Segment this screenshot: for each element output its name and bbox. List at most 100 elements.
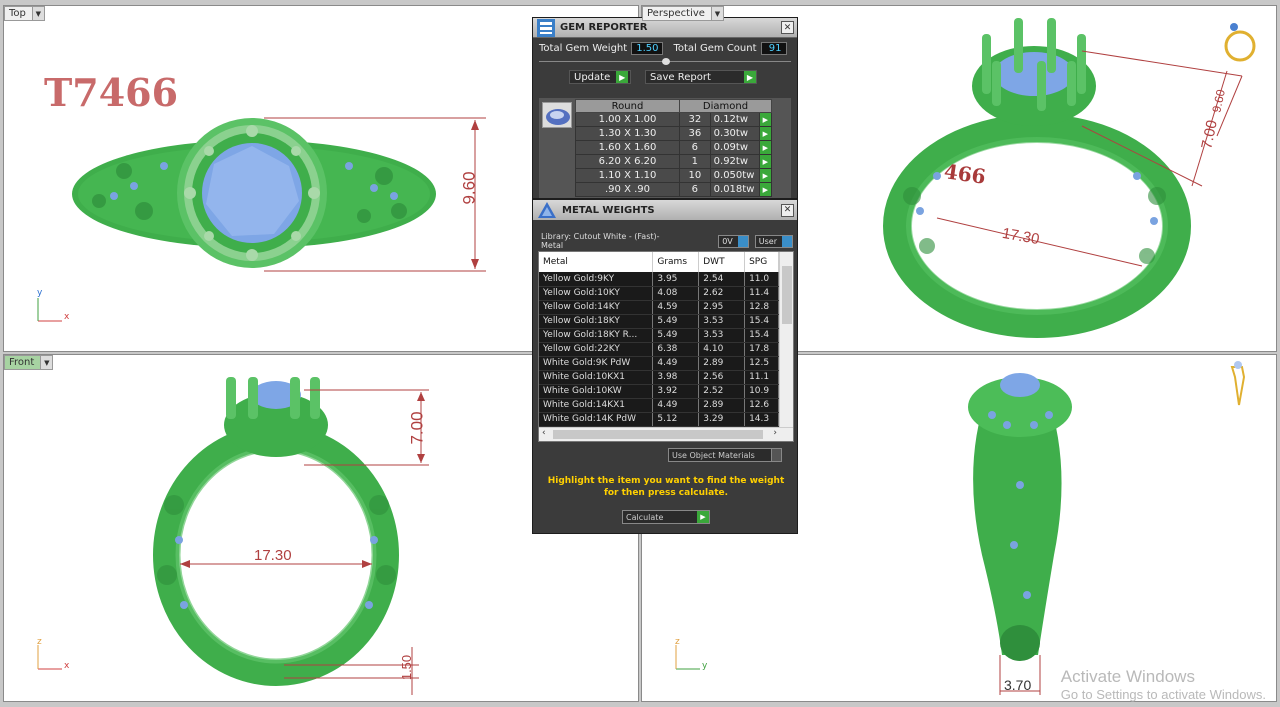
gem-header-type: Diamond	[679, 99, 772, 113]
chevron-down-icon[interactable]: ▼	[40, 356, 53, 369]
metal-list[interactable]: Metal Grams DWT SPG Yellow Gold:9KY 3.95 2…	[538, 251, 794, 442]
metal-spg: 11.0	[744, 272, 779, 287]
metal-name: Yellow Gold:18KY	[539, 314, 654, 329]
metal-spg: 12.5	[744, 356, 779, 371]
scroll-right-icon[interactable]: ›	[773, 428, 777, 438]
gem-row[interactable]: 6.20 X 6.20 1 0.92tw ▶	[575, 154, 773, 169]
save-report-button[interactable]: Save Report ▶	[645, 70, 757, 84]
viewport-tab-perspective[interactable]: Perspective ▼	[642, 6, 724, 21]
metal-row[interactable]: White Gold:14K PdW 5.12 3.29 14.3	[539, 412, 779, 427]
metal-row[interactable]: Yellow Gold:22KY 6.38 4.10 17.8	[539, 342, 779, 357]
metal-dwt: 3.53	[698, 328, 746, 343]
metal-grams: 3.92	[652, 384, 700, 399]
metal-dwt: 4.10	[698, 342, 746, 357]
metal-name: White Gold:10KX1	[539, 370, 654, 385]
gem-buttons-row: Update ▶ Save Report ▶	[533, 66, 797, 88]
gem-size: 1.60 X 1.60	[575, 140, 680, 155]
play-icon[interactable]: ▶	[758, 140, 773, 155]
viewport-tab-top[interactable]: Top ▼	[4, 6, 45, 21]
metal-header-grams[interactable]: Grams	[652, 252, 700, 272]
play-icon[interactable]: ▶	[758, 168, 773, 183]
axis-y-label: y	[702, 661, 708, 671]
metal-name: Yellow Gold:10KY	[539, 286, 654, 301]
gem-thumbnail[interactable]	[542, 102, 572, 128]
metal-row[interactable]: White Gold:9K PdW 4.49 2.89 12.5	[539, 356, 779, 371]
gem-row[interactable]: 1.10 X 1.10 10 0.050tw ▶	[575, 168, 773, 183]
metal-dwt: 2.89	[698, 398, 746, 413]
play-icon[interactable]: ▶	[758, 112, 773, 127]
calculate-button[interactable]: Calculate ▶	[622, 510, 710, 524]
horizontal-scrollbar[interactable]: ‹ ›	[539, 427, 793, 441]
metal-grams: 5.49	[652, 314, 700, 329]
gem-row[interactable]: .90 X .90 6 0.018tw ▶	[575, 182, 773, 197]
metal-dwt: 2.62	[698, 286, 746, 301]
metal-row[interactable]: Yellow Gold:14KY 4.59 2.95 12.8	[539, 300, 779, 315]
play-icon[interactable]: ▶	[758, 126, 773, 141]
gem-total-weight: 0.12tw	[709, 112, 760, 127]
metal-row[interactable]: White Gold:10KW 3.92 2.52 10.9	[539, 384, 779, 399]
gem-totals-row: Total Gem Weight 1.50 Total Gem Count 91	[533, 38, 797, 57]
metal-name: White Gold:9K PdW	[539, 356, 654, 371]
metal-spg: 12.8	[744, 300, 779, 315]
axis-z-label: z	[37, 637, 42, 647]
gem-row[interactable]: 1.60 X 1.60 6 0.09tw ▶	[575, 140, 773, 155]
slider-knob[interactable]	[662, 58, 670, 65]
update-button[interactable]: Update ▶	[569, 70, 631, 84]
metal-grams: 3.98	[652, 370, 700, 385]
metal-row[interactable]: Yellow Gold:18KY R... 5.49 3.53 15.4	[539, 328, 779, 343]
metal-header-spg[interactable]: SPG	[744, 252, 779, 272]
metal-grams: 4.49	[652, 398, 700, 413]
user-button[interactable]: User	[754, 234, 793, 248]
metal-row[interactable]: Yellow Gold:18KY 5.49 3.53 15.4	[539, 314, 779, 329]
scroll-left-icon[interactable]: ‹	[542, 428, 546, 438]
gem-total-weight: 0.050tw	[709, 168, 760, 183]
metal-weights-titlebar[interactable]: METAL WEIGHTS ✕	[533, 200, 797, 220]
metal-row[interactable]: Yellow Gold:10KY 4.08 2.62 11.4	[539, 286, 779, 301]
gem-total-weight: 0.09tw	[709, 140, 760, 155]
metal-row[interactable]: White Gold:10KX1 3.98 2.56 11.1	[539, 370, 779, 385]
metal-dwt: 3.29	[698, 412, 746, 427]
close-icon[interactable]: ✕	[781, 203, 794, 217]
play-icon[interactable]: ▶	[758, 182, 773, 197]
gem-slider[interactable]	[539, 57, 791, 66]
metal-grams: 3.95	[652, 272, 700, 287]
viewport-tab-front[interactable]: Front ▼	[4, 355, 54, 370]
chevron-down-icon[interactable]: ▼	[710, 7, 723, 20]
gem-count: 6	[679, 140, 711, 155]
metal-header-metal[interactable]: Metal	[539, 252, 654, 272]
close-icon[interactable]: ✕	[781, 21, 794, 34]
metal-spg: 11.1	[744, 370, 779, 385]
metal-grams: 5.12	[652, 412, 700, 427]
scroll-up-icon[interactable]: ▲	[783, 252, 789, 261]
gem-row[interactable]: 1.00 X 1.00 32 0.12tw ▶	[575, 112, 773, 127]
scrollbar-thumb[interactable]	[782, 266, 792, 324]
metal-header-dwt[interactable]: DWT	[698, 252, 746, 272]
metal-row[interactable]: Yellow Gold:9KY 3.95 2.54 11.0	[539, 272, 779, 287]
chevron-down-icon[interactable]: ▼	[31, 7, 44, 20]
gem-count: 32	[679, 112, 711, 127]
gem-reporter-titlebar[interactable]: GEM REPORTER ✕	[533, 18, 797, 38]
chevron-down-icon[interactable]	[771, 449, 781, 461]
vertical-scrollbar[interactable]: ▲ ▼	[779, 252, 793, 428]
metal-spg: 11.4	[744, 286, 779, 301]
metal-weights-panel[interactable]: METAL WEIGHTS ✕ Library: Cutout White - …	[532, 199, 798, 534]
metal-name: Yellow Gold:14KY	[539, 300, 654, 315]
dimension-height: 7.00	[407, 411, 427, 445]
gem-count: 1	[679, 154, 711, 169]
scrollbar-thumb[interactable]	[553, 430, 763, 439]
gem-row[interactable]: 1.30 X 1.30 36 0.30tw ▶	[575, 126, 773, 141]
metal-spg: 10.9	[744, 384, 779, 399]
option-0v-button[interactable]: 0V	[718, 234, 749, 248]
metal-row[interactable]: White Gold:14KX1 4.49 2.89 12.6	[539, 398, 779, 413]
watermark-subtitle: Go to Settings to activate Windows.	[1060, 687, 1266, 702]
metal-grams: 6.38	[652, 342, 700, 357]
play-icon: ▶	[616, 71, 629, 83]
viewport-label: Top	[9, 8, 26, 19]
viewport-label: Perspective	[647, 8, 705, 19]
metal-dwt: 3.53	[698, 314, 746, 329]
total-count-label: Total Gem Count	[673, 43, 757, 54]
dimension-band-width: 3.70	[1004, 677, 1032, 693]
gem-reporter-panel[interactable]: GEM REPORTER ✕ Total Gem Weight 1.50 Tot…	[532, 17, 798, 199]
play-icon[interactable]: ▶	[758, 154, 773, 169]
use-object-materials-select[interactable]: Use Object Materials	[668, 448, 782, 462]
